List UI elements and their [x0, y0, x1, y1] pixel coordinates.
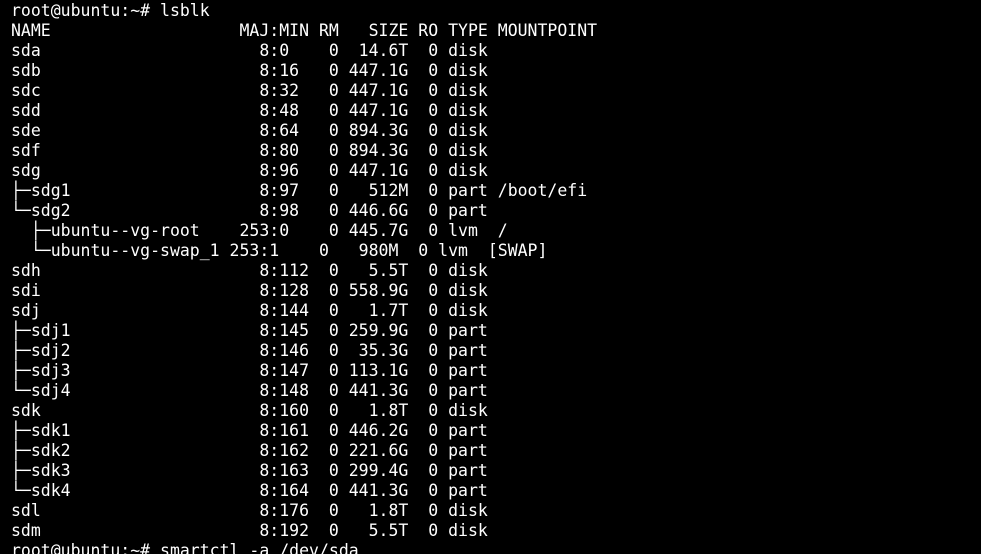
table-row: sdl 8:176 0 1.8T 0 disk: [11, 501, 488, 520]
table-row: └─sdg2 8:98 0 446.6G 0 part: [11, 201, 488, 220]
command-prompt-line: root@ubuntu:~# lsblk: [11, 1, 210, 20]
table-row: sdf 8:80 0 894.3G 0 disk: [11, 141, 488, 160]
table-row: sdh 8:112 0 5.5T 0 disk: [11, 261, 488, 280]
table-row: └─sdk4 8:164 0 441.3G 0 part: [11, 481, 488, 500]
table-row: sdi 8:128 0 558.9G 0 disk: [11, 281, 488, 300]
table-row: ├─sdj3 8:147 0 113.1G 0 part: [11, 361, 488, 380]
terminal-output: root@ubuntu:~# lsblk NAME MAJ:MIN RM SIZ…: [11, 1, 597, 554]
table-header: NAME MAJ:MIN RM SIZE RO TYPE MOUNTPOINT: [11, 21, 598, 40]
terminal-window[interactable]: root@ubuntu:~# lsblk NAME MAJ:MIN RM SIZ…: [0, 0, 981, 554]
table-row: sda 8:0 0 14.6T 0 disk: [11, 41, 488, 60]
table-row: sdb 8:16 0 447.1G 0 disk: [11, 61, 488, 80]
table-row: sdj 8:144 0 1.7T 0 disk: [11, 301, 488, 320]
table-row: sdc 8:32 0 447.1G 0 disk: [11, 81, 488, 100]
table-row: sdm 8:192 0 5.5T 0 disk: [11, 521, 488, 540]
table-row: └─sdj4 8:148 0 441.3G 0 part: [11, 381, 488, 400]
table-row: sdk 8:160 0 1.8T 0 disk: [11, 401, 488, 420]
table-row: sdg 8:96 0 447.1G 0 disk: [11, 161, 488, 180]
table-row: ├─sdk1 8:161 0 446.2G 0 part: [11, 421, 488, 440]
table-row: ├─sdk3 8:163 0 299.4G 0 part: [11, 461, 488, 480]
next-command-line: root@ubuntu:~# smartctl -a /dev/sda: [11, 541, 359, 554]
table-row: sde 8:64 0 894.3G 0 disk: [11, 121, 488, 140]
table-row: ├─sdg1 8:97 0 512M 0 part /boot/efi: [11, 181, 588, 200]
table-row: ├─ubuntu--vg-root 253:0 0 445.7G 0 lvm /: [11, 221, 508, 240]
table-row: ├─sdk2 8:162 0 221.6G 0 part: [11, 441, 488, 460]
table-row: ├─sdj2 8:146 0 35.3G 0 part: [11, 341, 488, 360]
table-row: sdd 8:48 0 447.1G 0 disk: [11, 101, 488, 120]
table-row: ├─sdj1 8:145 0 259.9G 0 part: [11, 321, 488, 340]
table-row: └─ubuntu--vg-swap_1 253:1 0 980M 0 lvm […: [11, 241, 548, 260]
